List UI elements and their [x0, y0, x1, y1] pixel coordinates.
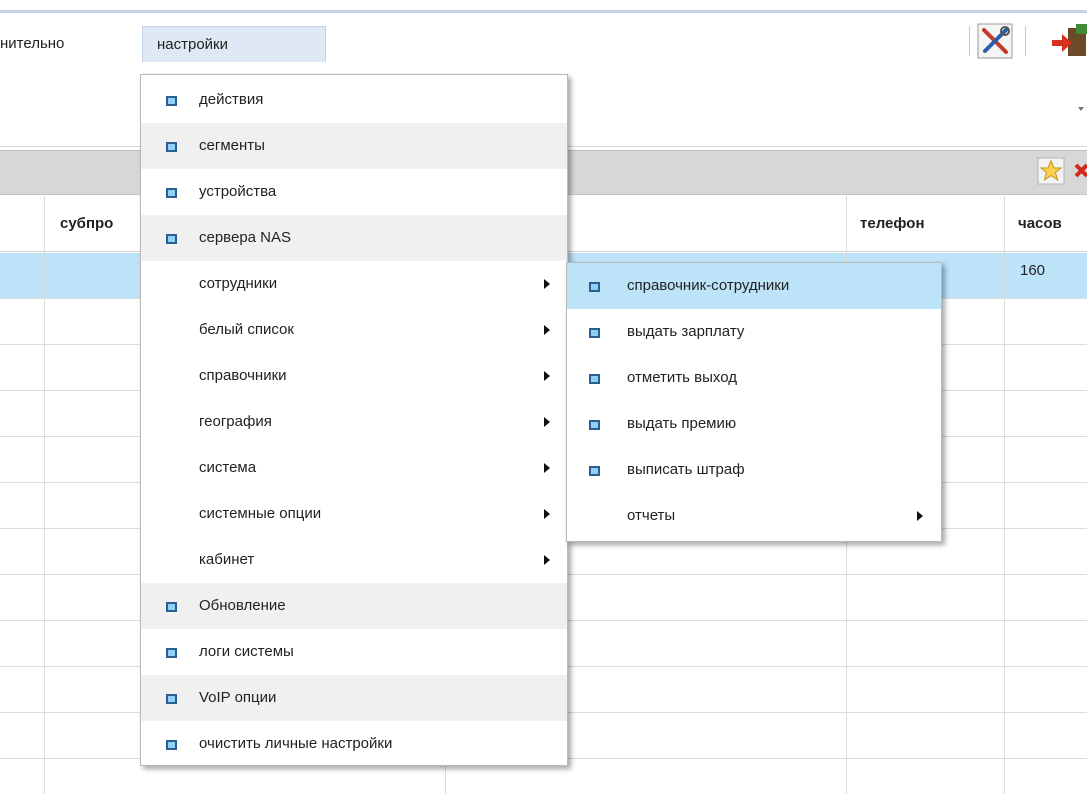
bullet-icon — [166, 740, 177, 750]
menu-item-label: системные опции — [199, 505, 322, 522]
bullet-icon — [166, 142, 177, 152]
bullet-icon — [166, 188, 177, 198]
bullet-icon — [166, 694, 177, 704]
column-divider — [44, 196, 45, 794]
bullet-icon — [589, 374, 600, 384]
menubar-item-additionally[interactable]: нительно — [0, 26, 78, 62]
star-icon[interactable] — [1037, 157, 1065, 185]
menu-item-label: отметить выход — [627, 369, 737, 386]
menubar-item-settings[interactable]: настройки — [142, 26, 326, 62]
menu-item-cabinet[interactable]: кабинет — [141, 537, 567, 583]
menu-item-nas-servers[interactable]: сервера NAS — [141, 215, 567, 261]
chevron-down-icon[interactable] — [1072, 98, 1087, 118]
chevron-right-icon — [917, 511, 923, 521]
menu-item-clear-personal-settings[interactable]: очистить личные настройки — [141, 721, 567, 767]
chevron-right-icon — [544, 417, 550, 427]
menu-item-label: система — [199, 459, 257, 476]
menu-item-label: действия — [199, 91, 264, 108]
column-header-subpro[interactable]: субпро — [46, 196, 140, 252]
submenu-item-mark-exit[interactable]: отметить выход — [567, 355, 941, 401]
menu-item-update[interactable]: Обновление — [141, 583, 567, 629]
bullet-icon — [589, 466, 600, 476]
menu-item-label: сервера NAS — [199, 229, 292, 246]
menu-item-label: выдать премию — [627, 415, 737, 432]
menu-item-system-logs[interactable]: логи системы — [141, 629, 567, 675]
toolbar-separator — [1025, 26, 1026, 56]
bullet-icon — [166, 602, 177, 612]
menu-item-label: сотрудники — [199, 275, 278, 292]
menu-item-system-options[interactable]: системные опции — [141, 491, 567, 537]
toolbar-separator — [969, 26, 970, 56]
menubar: нительно настройки — [0, 18, 1087, 66]
menu-item-label: кабинет — [199, 551, 255, 568]
menu-item-directories[interactable]: справочники — [141, 353, 567, 399]
delete-icon[interactable] — [1073, 160, 1087, 180]
menu-item-geography[interactable]: география — [141, 399, 567, 445]
bullet-icon — [589, 282, 600, 292]
menu-item-label: очистить личные настройки — [199, 735, 393, 752]
bullet-icon — [166, 96, 177, 106]
menu-item-label: сегменты — [199, 137, 265, 154]
menu-item-label: справочник-сотрудники — [627, 277, 790, 294]
submenu-item-employee-directory[interactable]: справочник-сотрудники — [567, 263, 941, 309]
menu-item-label: выписать штраф — [627, 461, 745, 478]
chevron-right-icon — [544, 509, 550, 519]
hours-cell: 160 — [1020, 262, 1046, 279]
menu-item-voip-options[interactable]: VoIP опции — [141, 675, 567, 721]
menu-item-label: география — [199, 413, 272, 430]
employees-submenu: справочник-сотрудники выдать зарплату от… — [566, 262, 942, 542]
bullet-icon — [166, 234, 177, 244]
menu-item-label: белый список — [199, 321, 294, 338]
submenu-item-reports[interactable]: отчеты — [567, 493, 941, 539]
menu-item-label: VoIP опции — [199, 689, 277, 706]
submenu-item-pay-salary[interactable]: выдать зарплату — [567, 309, 941, 355]
submenu-item-issue-fine[interactable]: выписать штраф — [567, 447, 941, 493]
settings-dropdown-menu: действия сегменты устройства сервера NAS… — [140, 74, 568, 766]
chevron-right-icon — [544, 463, 550, 473]
bullet-icon — [166, 648, 177, 658]
column-header-hours[interactable]: часов — [1004, 196, 1087, 252]
menu-item-label: логи системы — [199, 643, 294, 660]
menu-item-label: Обновление — [199, 597, 286, 614]
column-divider — [1004, 196, 1005, 794]
menu-item-system[interactable]: система — [141, 445, 567, 491]
tools-icon[interactable] — [976, 22, 1016, 62]
chevron-right-icon — [544, 279, 550, 289]
menu-item-label: выдать зарплату — [627, 323, 745, 340]
menu-item-actions[interactable]: действия — [141, 77, 567, 123]
bullet-icon — [589, 420, 600, 430]
menu-item-devices[interactable]: устройства — [141, 169, 567, 215]
menu-item-whitelist[interactable]: белый список — [141, 307, 567, 353]
chevron-right-icon — [544, 325, 550, 335]
chevron-right-icon — [544, 371, 550, 381]
menu-item-segments[interactable]: сегменты — [141, 123, 567, 169]
bullet-icon — [589, 328, 600, 338]
menu-item-label: справочники — [199, 367, 287, 384]
chevron-right-icon — [544, 555, 550, 565]
exit-icon[interactable] — [1050, 22, 1087, 62]
top-border — [0, 10, 1087, 13]
menu-item-label: устройства — [199, 183, 277, 200]
menu-item-label: отчеты — [627, 507, 676, 524]
column-header-phone[interactable]: телефон — [846, 196, 1004, 252]
submenu-item-give-bonus[interactable]: выдать премию — [567, 401, 941, 447]
menu-item-employees[interactable]: сотрудники — [141, 261, 567, 307]
